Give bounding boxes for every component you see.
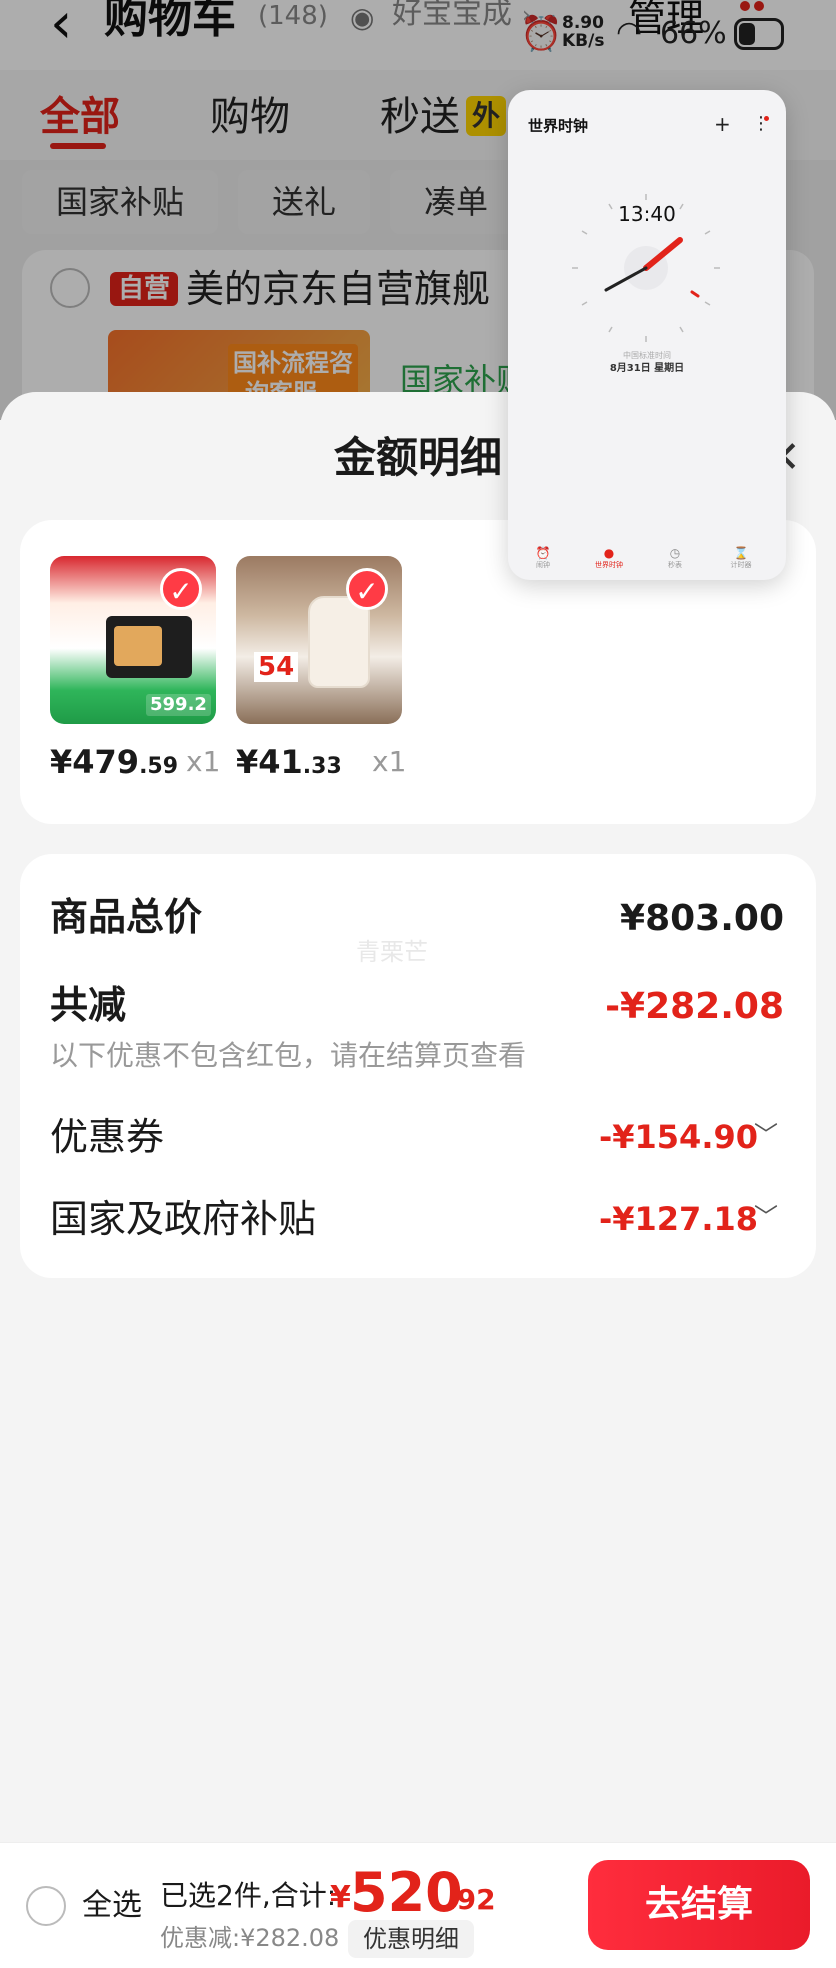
thumb-price-label: 54 bbox=[254, 652, 299, 682]
product-price: ¥479.59 bbox=[50, 740, 178, 789]
hourglass-icon: ⌛ bbox=[733, 546, 749, 560]
checkmark-icon: ✓ bbox=[160, 568, 202, 610]
add-icon[interactable]: + bbox=[714, 112, 731, 136]
watermark: 青栗芒 bbox=[356, 938, 428, 966]
product-price: ¥41.33 bbox=[236, 740, 342, 789]
total-currency: ¥ bbox=[330, 1880, 351, 1915]
tab-stopwatch[interactable]: ◷ 秒表 bbox=[650, 546, 700, 570]
subsidy-value[interactable]: -¥127.18 bbox=[599, 1194, 758, 1244]
tab-timer[interactable]: ⌛ 计时器 bbox=[716, 546, 766, 570]
timezone-label: 中国标准时间 bbox=[623, 351, 671, 360]
tab-world-clock[interactable]: ● 世界时钟 bbox=[584, 546, 634, 570]
digital-time: 13:40 bbox=[618, 202, 676, 226]
product-quantity: x1 bbox=[186, 745, 221, 778]
checkmark-icon: ✓ bbox=[346, 568, 388, 610]
chevron-down-icon[interactable]: ﹀ bbox=[754, 1110, 778, 1160]
tab-label: 闹钟 bbox=[536, 561, 550, 569]
coupon-label: 优惠券 bbox=[50, 1115, 165, 1159]
price-decimal: .59 bbox=[139, 754, 179, 779]
tab-label: 世界时钟 bbox=[595, 561, 623, 569]
tab-label: 秒表 bbox=[668, 561, 682, 569]
stopwatch-icon: ◷ bbox=[669, 546, 681, 560]
chevron-down-icon[interactable]: ﹀ bbox=[754, 1192, 778, 1242]
price-integer: ¥479 bbox=[50, 743, 140, 781]
kettle-image bbox=[308, 596, 370, 688]
total-reduce-label: 共减 bbox=[50, 983, 127, 1027]
price-integer: ¥41 bbox=[236, 743, 303, 781]
reduce-note: 以下优惠不包含红包，请在结算页查看 bbox=[50, 1039, 527, 1072]
world-clock-floating-window[interactable]: 世界时钟 + ⋮ 13:40 中国标准时间 8月31日 星期日 ⏰ 闹钟 ● 世… bbox=[508, 90, 786, 580]
checkout-button[interactable]: 去结算 bbox=[588, 1860, 810, 1950]
select-all-radio[interactable] bbox=[26, 1886, 66, 1926]
total-price-value: ¥803.00 bbox=[620, 898, 784, 939]
total-reduce-value: -¥282.08 bbox=[605, 986, 784, 1027]
discount-detail-button[interactable]: 优惠明细 bbox=[348, 1920, 474, 1958]
globe-icon: ● bbox=[603, 546, 615, 560]
total-amount-decimal: .92 bbox=[446, 1883, 496, 1916]
notification-dot bbox=[764, 116, 769, 121]
thumb-price-label: 599.2 bbox=[146, 694, 211, 716]
microwave-image bbox=[106, 616, 192, 678]
select-all-label[interactable]: 全选 bbox=[82, 1884, 142, 1928]
tab-alarm[interactable]: ⏰ 闹钟 bbox=[518, 546, 568, 570]
clock-tabs: ⏰ 闹钟 ● 世界时钟 ◷ 秒表 ⌛ 计时器 bbox=[508, 546, 786, 576]
product-quantity: x1 bbox=[372, 745, 407, 778]
alarm-icon: ⏰ bbox=[535, 546, 551, 560]
tab-label: 计时器 bbox=[730, 561, 752, 569]
product-thumb-kettle[interactable]: 54 ✓ bbox=[236, 556, 402, 724]
date-label: 8月31日 星期日 bbox=[609, 363, 685, 374]
subsidy-label: 国家及政府补贴 bbox=[50, 1197, 317, 1241]
selected-count: 已选2件,合计: bbox=[160, 1879, 337, 1912]
discount-amount: 优惠减:¥282.08 bbox=[160, 1924, 340, 1952]
total-price-label: 商品总价 bbox=[50, 895, 203, 939]
product-thumb-microwave[interactable]: 599.2 ✓ bbox=[50, 556, 216, 724]
coupon-value[interactable]: -¥154.90 bbox=[599, 1112, 758, 1162]
price-decimal: .33 bbox=[302, 754, 342, 779]
widget-title: 世界时钟 bbox=[528, 117, 589, 135]
